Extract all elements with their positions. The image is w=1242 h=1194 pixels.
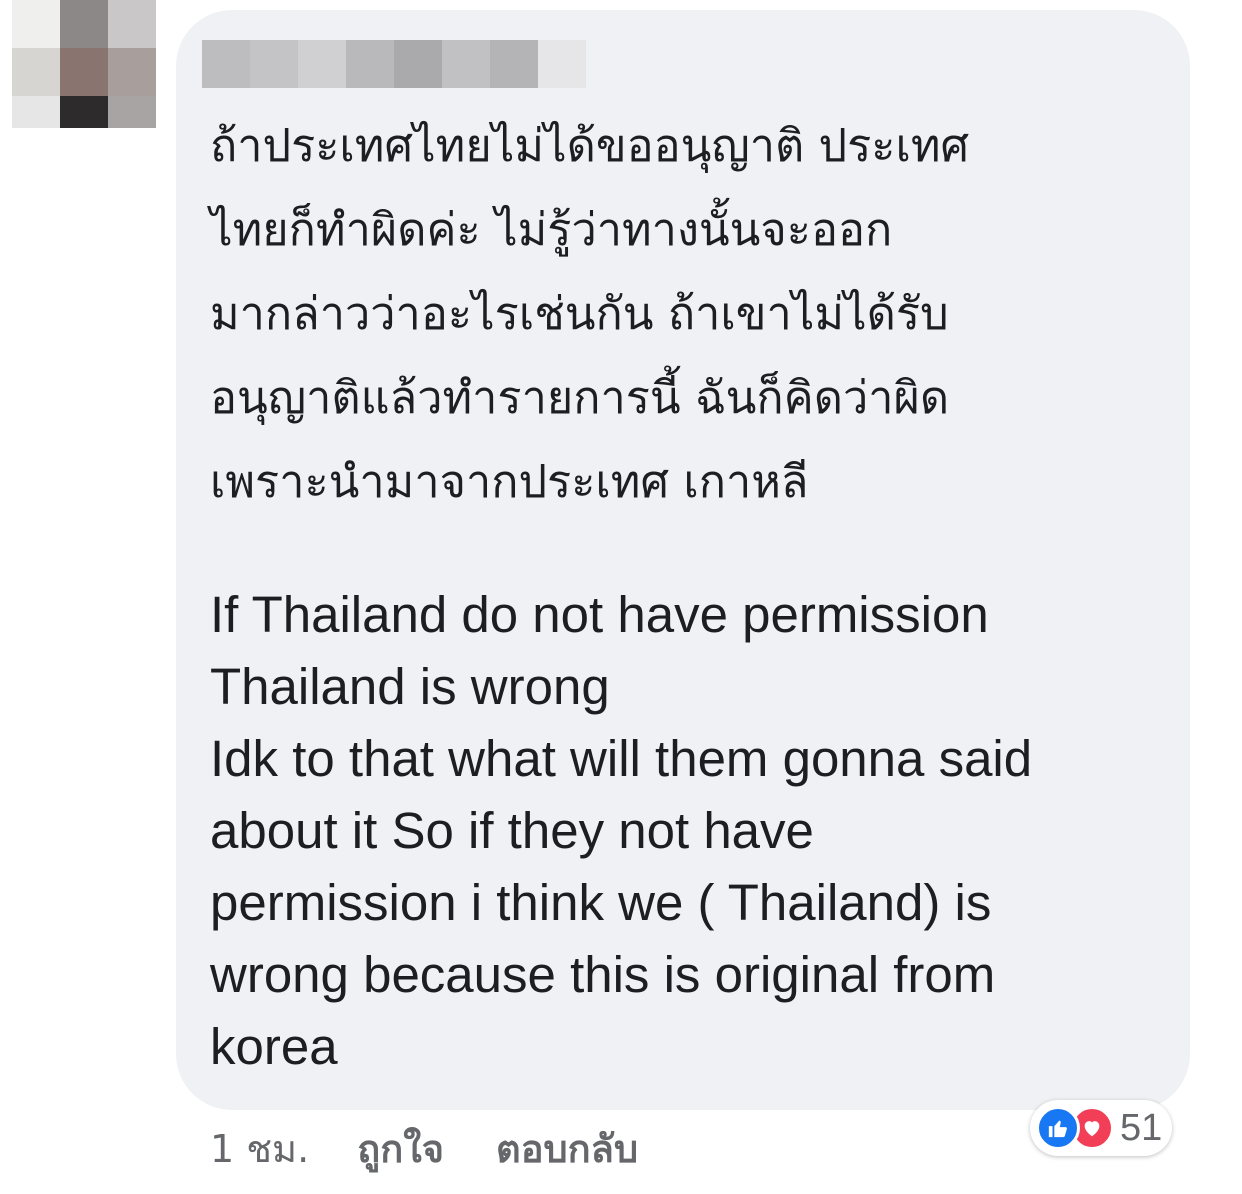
comment-actions: 1 ชม. ถูกใจ ตอบกลับ bbox=[210, 1118, 638, 1178]
thumbs-up-icon bbox=[1036, 1106, 1080, 1150]
comment-line: เพราะนำมาจากประเทศ เกาหลี bbox=[210, 455, 809, 508]
comment-line: ไทยก็ทำผิดค่ะ ไม่รู้ว่าทางนั้นจะออก bbox=[210, 203, 893, 256]
reply-button[interactable]: ตอบกลับ bbox=[496, 1118, 638, 1179]
like-button[interactable]: ถูกใจ bbox=[357, 1118, 444, 1179]
comment-line: about it So if they not have bbox=[210, 802, 814, 859]
comment-line: Thailand is wrong bbox=[210, 658, 610, 715]
comment-line: มากล่าวว่าอะไรเช่นกัน ถ้าเขาไม่ได้รับ bbox=[210, 287, 949, 340]
reactions-badge[interactable]: 51 bbox=[1030, 1100, 1173, 1156]
comment-line: อนุญาติแล้วทำรายการนี้ ฉันก็คิดว่าผิด bbox=[210, 371, 950, 424]
comment-line: ถ้าประเทศไทยไม่ได้ขออนุญาติ ประเทศ bbox=[210, 119, 970, 172]
author-name[interactable] bbox=[202, 40, 586, 88]
timestamp-link[interactable]: 1 ชม. bbox=[210, 1118, 309, 1179]
comment-line: If Thailand do not have permission bbox=[210, 586, 989, 643]
comment-line: Idk to that what will them gonna said bbox=[210, 730, 1033, 787]
comment-line: permission i think we ( Thailand) is bbox=[210, 874, 992, 931]
paragraph-break bbox=[210, 524, 1170, 579]
comment-line: korea bbox=[210, 1018, 338, 1075]
reaction-count: 51 bbox=[1120, 1106, 1163, 1149]
comment-line: wrong because this is original from bbox=[210, 946, 996, 1003]
avatar[interactable] bbox=[12, 0, 156, 128]
comment-text: ถ้าประเทศไทยไม่ได้ขออนุญาติ ประเทศ ไทยก็… bbox=[210, 104, 1170, 1083]
